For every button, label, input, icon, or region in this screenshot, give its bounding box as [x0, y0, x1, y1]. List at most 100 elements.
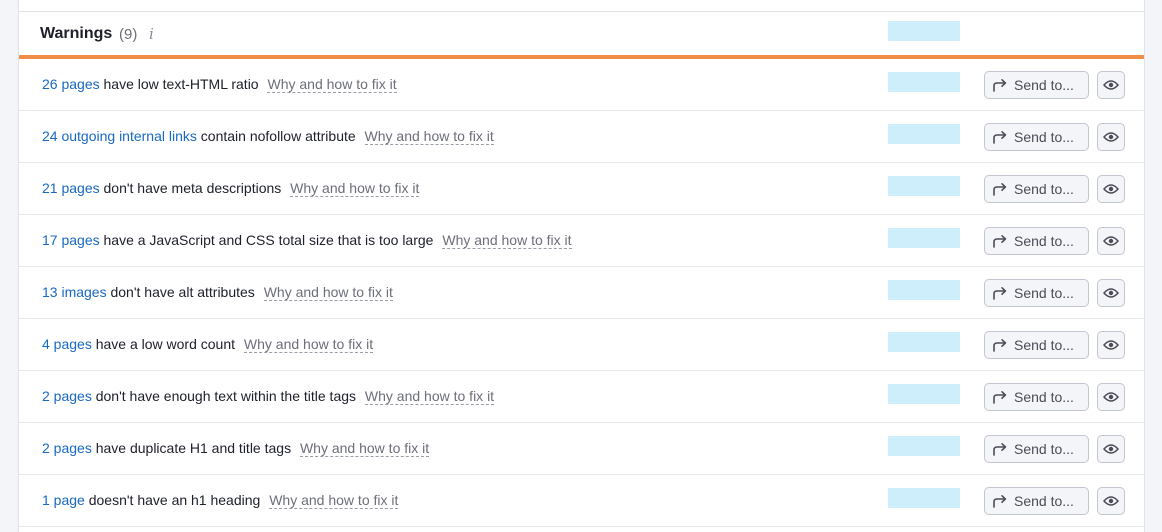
issue-text: have a JavaScript and CSS total size tha… [103, 232, 434, 248]
eye-icon [1103, 444, 1119, 454]
share-arrow-icon [993, 287, 1007, 300]
eye-button[interactable] [1097, 279, 1125, 307]
share-arrow-icon [993, 339, 1007, 352]
trend-bar [888, 280, 960, 300]
issue-count-link[interactable]: 21 pages [42, 180, 100, 196]
warning-description: 13 images don't have alt attributes Why … [42, 284, 393, 301]
issue-count-link[interactable]: 13 images [42, 284, 107, 300]
why-fix-link[interactable]: Why and how to fix it [299, 440, 430, 457]
send-to-button[interactable]: Send to... [984, 71, 1089, 99]
warning-description: 17 pages have a JavaScript and CSS total… [42, 232, 572, 249]
send-to-label: Send to... [1014, 337, 1074, 353]
trend-bar [888, 332, 960, 352]
trend-bar [888, 384, 960, 404]
eye-button[interactable] [1097, 435, 1125, 463]
header-trend-bar [888, 21, 960, 41]
eye-button[interactable] [1097, 123, 1125, 151]
eye-button[interactable] [1097, 227, 1125, 255]
warnings-list: 26 pages have low text-HTML ratio Why an… [19, 59, 1144, 527]
share-arrow-icon [993, 391, 1007, 404]
send-to-button[interactable]: Send to... [984, 435, 1089, 463]
send-to-label: Send to... [1014, 129, 1074, 145]
issue-text: have a low word count [95, 336, 236, 352]
warning-description: 1 page doesn't have an h1 heading Why an… [42, 492, 399, 509]
warning-description: 2 pages have duplicate H1 and title tags… [42, 440, 430, 457]
send-to-button[interactable]: Send to... [984, 123, 1089, 151]
send-to-button[interactable]: Send to... [984, 487, 1089, 515]
trend-bar [888, 124, 960, 144]
send-to-label: Send to... [1014, 233, 1074, 249]
warning-description: 21 pages don't have meta descriptions Wh… [42, 180, 420, 197]
trend-bar [888, 228, 960, 248]
share-arrow-icon [993, 131, 1007, 144]
why-fix-link[interactable]: Why and how to fix it [267, 76, 397, 93]
issue-text: don't have enough text within the title … [95, 388, 357, 404]
warning-row: 17 pages have a JavaScript and CSS total… [19, 215, 1144, 267]
send-to-button[interactable]: Send to... [984, 383, 1089, 411]
warnings-panel: Warnings (9) i 26 pages have low text-HT… [18, 0, 1145, 532]
why-fix-link[interactable]: Why and how to fix it [442, 232, 572, 249]
share-arrow-icon [993, 79, 1007, 92]
warnings-header: Warnings (9) i [19, 12, 1144, 59]
issue-count-link[interactable]: 2 pages [42, 440, 92, 456]
issue-count-link[interactable]: 26 pages [42, 76, 100, 92]
warning-row: 2 pages have duplicate H1 and title tags… [19, 423, 1144, 475]
trend-bar [888, 72, 960, 92]
eye-icon [1103, 80, 1119, 90]
section-count: (9) [119, 26, 138, 43]
send-to-button[interactable]: Send to... [984, 331, 1089, 359]
send-to-label: Send to... [1014, 181, 1074, 197]
issue-count-link[interactable]: 24 outgoing internal links [42, 128, 197, 144]
send-to-label: Send to... [1014, 389, 1074, 405]
why-fix-link[interactable]: Why and how to fix it [364, 128, 494, 145]
issue-text: doesn't have an h1 heading [88, 492, 261, 508]
issue-text: have low text-HTML ratio [103, 76, 259, 92]
warning-description: 24 outgoing internal links contain nofol… [42, 128, 494, 145]
issue-count-link[interactable]: 1 page [42, 492, 85, 508]
eye-icon [1103, 392, 1119, 402]
warning-row: 1 page doesn't have an h1 heading Why an… [19, 475, 1144, 527]
send-to-label: Send to... [1014, 441, 1074, 457]
section-title: Warnings [40, 25, 113, 42]
info-icon[interactable]: i [149, 25, 154, 43]
eye-button[interactable] [1097, 71, 1125, 99]
warning-description: 26 pages have low text-HTML ratio Why an… [42, 76, 397, 93]
send-to-label: Send to... [1014, 77, 1074, 93]
send-to-button[interactable]: Send to... [984, 279, 1089, 307]
warning-description: 2 pages don't have enough text within th… [42, 388, 495, 405]
trend-bar [888, 436, 960, 456]
warning-row: 21 pages don't have meta descriptions Wh… [19, 163, 1144, 215]
warning-row: 24 outgoing internal links contain nofol… [19, 111, 1144, 163]
send-to-label: Send to... [1014, 285, 1074, 301]
issue-count-link[interactable]: 17 pages [42, 232, 100, 248]
eye-button[interactable] [1097, 487, 1125, 515]
issue-text: don't have meta descriptions [103, 180, 282, 196]
eye-button[interactable] [1097, 383, 1125, 411]
issue-count-link[interactable]: 2 pages [42, 388, 92, 404]
eye-icon [1103, 236, 1119, 246]
why-fix-link[interactable]: Why and how to fix it [243, 336, 374, 353]
why-fix-link[interactable]: Why and how to fix it [290, 180, 420, 197]
eye-icon [1103, 132, 1119, 142]
issue-count-link[interactable]: 4 pages [42, 336, 92, 352]
share-arrow-icon [993, 495, 1007, 508]
send-to-button[interactable]: Send to... [984, 175, 1089, 203]
trend-bar [888, 488, 960, 508]
why-fix-link[interactable]: Why and how to fix it [364, 388, 495, 405]
trend-bar [888, 176, 960, 196]
why-fix-link[interactable]: Why and how to fix it [269, 492, 399, 509]
warning-row: 26 pages have low text-HTML ratio Why an… [19, 59, 1144, 111]
eye-icon [1103, 184, 1119, 194]
eye-icon [1103, 340, 1119, 350]
send-to-button[interactable]: Send to... [984, 227, 1089, 255]
eye-icon [1103, 288, 1119, 298]
eye-icon [1103, 496, 1119, 506]
issue-text: don't have alt attributes [110, 284, 255, 300]
send-to-label: Send to... [1014, 493, 1074, 509]
eye-button[interactable] [1097, 175, 1125, 203]
why-fix-link[interactable]: Why and how to fix it [263, 284, 393, 301]
share-arrow-icon [993, 183, 1007, 196]
share-arrow-icon [993, 235, 1007, 248]
eye-button[interactable] [1097, 331, 1125, 359]
share-arrow-icon [993, 443, 1007, 456]
